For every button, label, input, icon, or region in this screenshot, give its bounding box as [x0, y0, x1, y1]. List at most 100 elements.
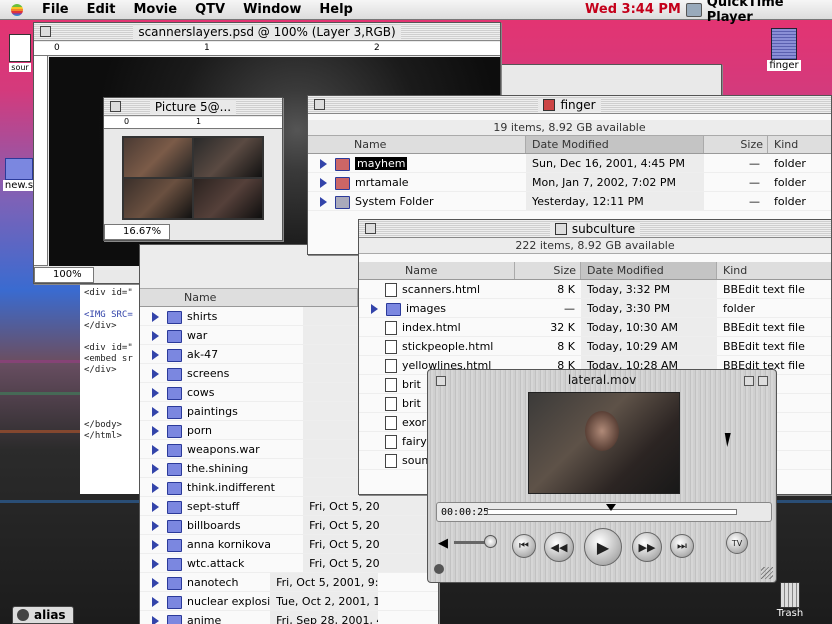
volume-icon[interactable]: ◀ — [438, 536, 448, 551]
quicktime-tv-button[interactable]: TV — [726, 532, 748, 554]
code-editor[interactable]: <div id=" <IMG SRC= </div> <div id=" <em… — [80, 284, 142, 494]
disclosure-triangle-icon[interactable] — [152, 369, 159, 379]
finger-row[interactable]: mayhem Sun, Dec 16, 2001, 4:45 PM — folder — [308, 154, 831, 173]
finger-row[interactable]: System Folder Yesterday, 12:11 PM — folder — [308, 192, 831, 211]
disclosure-triangle-icon[interactable] — [152, 578, 159, 588]
picture5-window[interactable]: Picture 5@... 0 1 16.67% — [103, 97, 283, 241]
collapse-box-icon[interactable] — [758, 376, 768, 386]
close-box-icon[interactable] — [314, 99, 325, 110]
play-button[interactable]: ▶ — [584, 528, 622, 566]
menu-qtv[interactable]: QTV — [195, 2, 225, 17]
disclosure-triangle-icon[interactable] — [320, 178, 327, 188]
column-kind[interactable]: Kind — [717, 262, 829, 279]
desktop-icon-new[interactable]: new.s — [2, 158, 36, 191]
disclosure-triangle-icon[interactable] — [152, 331, 159, 341]
menu-movie[interactable]: Movie — [133, 2, 177, 17]
scrubber-track[interactable] — [487, 504, 737, 515]
folder-list-row[interactable]: wtc.attack Fri, Oct 5, 20 — [140, 554, 438, 573]
thumbnail — [124, 138, 192, 177]
disclosure-triangle-icon[interactable] — [152, 540, 159, 550]
row-kind: BBEdit text file — [723, 321, 805, 334]
desktop-icon-finger[interactable]: finger — [764, 28, 804, 71]
disclosure-triangle-icon[interactable] — [152, 350, 159, 360]
column-name[interactable]: Name — [359, 262, 515, 279]
disclosure-triangle-icon[interactable] — [152, 559, 159, 569]
disclosure-triangle-icon[interactable] — [320, 197, 327, 207]
document-icon — [9, 34, 31, 62]
folder-icon — [335, 176, 350, 190]
column-kind[interactable]: Kind — [768, 136, 828, 153]
close-box-icon[interactable] — [365, 223, 376, 234]
menu-file[interactable]: File — [42, 2, 69, 17]
row-date: Fri, Oct 5, 20 — [303, 554, 438, 572]
row-name-label: screens — [187, 367, 230, 380]
code-line: </body> — [84, 420, 122, 430]
zoom-box-icon[interactable] — [744, 376, 754, 386]
disclosure-triangle-icon[interactable] — [152, 483, 159, 493]
disclosure-triangle-icon[interactable] — [152, 597, 159, 607]
desktop-icon-trash[interactable]: Trash — [770, 582, 810, 619]
zoom-level[interactable]: 100% — [34, 267, 94, 283]
disclosure-triangle-icon[interactable] — [152, 616, 159, 624]
subculture-row[interactable]: images — Today, 3:30 PM folder — [359, 299, 831, 318]
column-size[interactable]: Size — [515, 262, 581, 279]
picture5-titlebar[interactable]: Picture 5@... — [104, 98, 282, 116]
subculture-row[interactable]: scanners.html 8 K Today, 3:32 PM BBEdit tex… — [359, 280, 831, 299]
column-date[interactable]: Date Modified — [581, 262, 717, 279]
disclosure-triangle-icon[interactable] — [152, 426, 159, 436]
folder-list-row[interactable]: sept-stuff Fri, Oct 5, 20 — [140, 497, 438, 516]
row-name: System Folder — [308, 192, 526, 210]
subculture-row[interactable]: index.html 32 K Today, 10:30 AM BBEdit text… — [359, 318, 831, 337]
playhead-icon[interactable] — [606, 504, 616, 511]
movie-video-area[interactable] — [528, 392, 680, 494]
finger-titlebar[interactable]: finger — [308, 96, 831, 114]
column-date[interactable]: Date Modified — [526, 136, 704, 153]
disclosure-triangle-icon[interactable] — [152, 312, 159, 322]
disclosure-triangle-icon[interactable] — [152, 445, 159, 455]
row-name-label: mrtamale — [355, 176, 409, 189]
menu-help[interactable]: Help — [319, 2, 352, 17]
application-switcher-tab[interactable]: alias — [12, 606, 74, 624]
disclosure-triangle-icon[interactable] — [152, 502, 159, 512]
finger-folder-icon — [543, 99, 556, 111]
disclosure-triangle-icon[interactable] — [152, 464, 159, 474]
apple-menu-icon[interactable] — [8, 3, 28, 17]
disclosure-triangle-icon[interactable] — [152, 388, 159, 398]
fast-forward-button[interactable]: ▶▶ — [632, 532, 662, 562]
column-name[interactable]: Name — [140, 289, 358, 306]
photoshop-titlebar[interactable]: scannerslayers.psd @ 100% (Layer 3,RGB) — [34, 23, 500, 41]
column-name[interactable]: Name — [308, 136, 526, 153]
row-name: shirts — [140, 307, 303, 325]
menu-window[interactable]: Window — [243, 2, 301, 17]
menu-clock[interactable]: Wed 3:44 PM — [585, 2, 681, 17]
subculture-row[interactable]: stickpeople.html 8 K Today, 10:29 AM BBEdit… — [359, 337, 831, 356]
go-to-end-button[interactable]: ⏭ — [670, 534, 694, 558]
subculture-titlebar[interactable]: subculture — [359, 220, 831, 238]
go-to-start-button[interactable]: ⏮ — [512, 534, 536, 558]
folder-icon — [335, 195, 350, 209]
quicktime-player-window[interactable]: lateral.mov 00:00:25 ◀ ⏮ ◀◀ ▶ ▶▶ ⏭ TV — [427, 369, 777, 583]
row-date: Today, 3:32 PM — [581, 280, 717, 298]
desktop-icon-sour[interactable]: sour — [8, 34, 32, 73]
disclosure-triangle-icon[interactable] — [152, 521, 159, 531]
resize-grip-icon[interactable] — [761, 567, 773, 579]
volume-thumb[interactable] — [484, 535, 497, 548]
column-size[interactable]: Size — [704, 136, 768, 153]
folder-list-row[interactable]: nanotechFri, Oct 5, 2001, 9:27 AMfolder — [140, 573, 438, 592]
rewind-button[interactable]: ◀◀ — [544, 532, 574, 562]
folder-list-row[interactable]: billboards Fri, Oct 5, 20 — [140, 516, 438, 535]
close-box-icon[interactable] — [40, 26, 51, 37]
menu-edit[interactable]: Edit — [87, 2, 116, 17]
close-box-icon[interactable] — [436, 376, 446, 386]
finger-row[interactable]: mrtamale Mon, Jan 7, 2002, 7:02 PM — folder — [308, 173, 831, 192]
picture5-canvas[interactable] — [122, 136, 264, 220]
application-menu[interactable]: QuickTime Player — [686, 0, 832, 25]
disclosure-triangle-icon[interactable] — [320, 159, 327, 169]
zoom-level[interactable]: 16.67% — [104, 224, 170, 240]
folder-list-row[interactable]: anime Fri, Sep 28, 2001, 4:23 PMfolder — [140, 611, 438, 624]
disclosure-triangle-icon[interactable] — [152, 407, 159, 417]
folder-list-row[interactable]: nuclear explosionsTue, Oct 2, 2001, 1:44… — [140, 592, 438, 611]
disclosure-triangle-icon[interactable] — [371, 304, 378, 314]
close-box-icon[interactable] — [110, 101, 121, 112]
folder-list-row[interactable]: anna kornikova Fri, Oct 5, 20 — [140, 535, 438, 554]
